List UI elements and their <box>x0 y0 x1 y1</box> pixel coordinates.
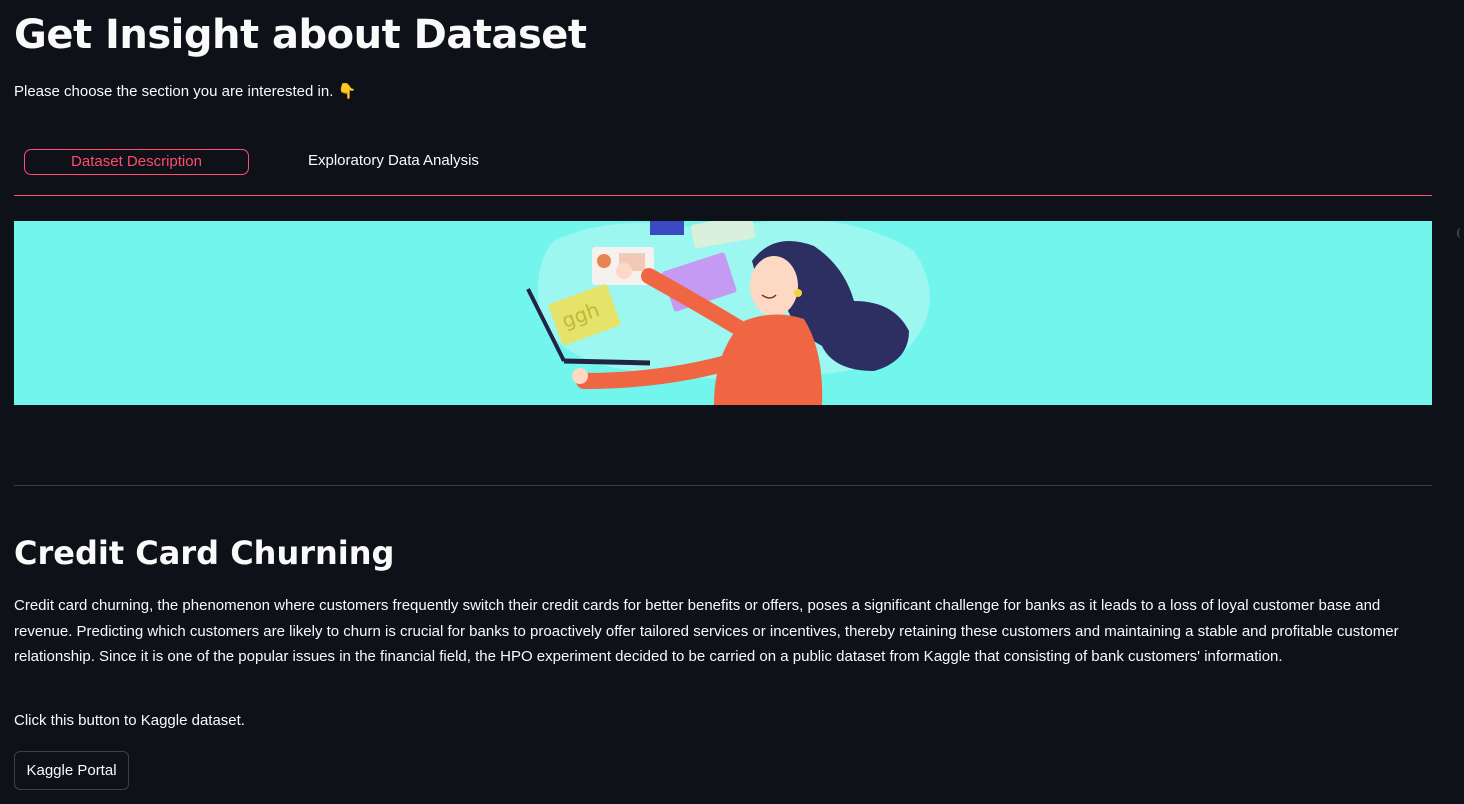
page: Get Insight about Dataset Please choose … <box>0 0 1464 804</box>
section-description: Credit card churning, the phenomenon whe… <box>14 597 1399 665</box>
section-title: Credit Card Churning <box>14 534 395 572</box>
scroll-indicator[interactable] <box>1457 228 1464 238</box>
tab-underline <box>14 195 1432 196</box>
woman-face <box>750 256 798 316</box>
page-title: Get Insight about Dataset <box>14 12 587 58</box>
tab-bar: Dataset Description Exploratory Data Ana… <box>14 148 1432 197</box>
kaggle-portal-button[interactable]: Kaggle Portal <box>14 751 129 790</box>
banner-illustration: ggh <box>526 221 930 405</box>
kaggle-hint: Click this button to Kaggle dataset. <box>14 712 245 729</box>
page-subtitle: Please choose the section you are intere… <box>14 83 357 100</box>
banner-image: ggh <box>14 221 1432 405</box>
section-divider <box>14 485 1432 486</box>
tab-exploratory-data-analysis[interactable]: Exploratory Data Analysis <box>308 149 479 173</box>
card-blue <box>650 221 684 235</box>
tab-dataset-description[interactable]: Dataset Description <box>24 149 249 175</box>
